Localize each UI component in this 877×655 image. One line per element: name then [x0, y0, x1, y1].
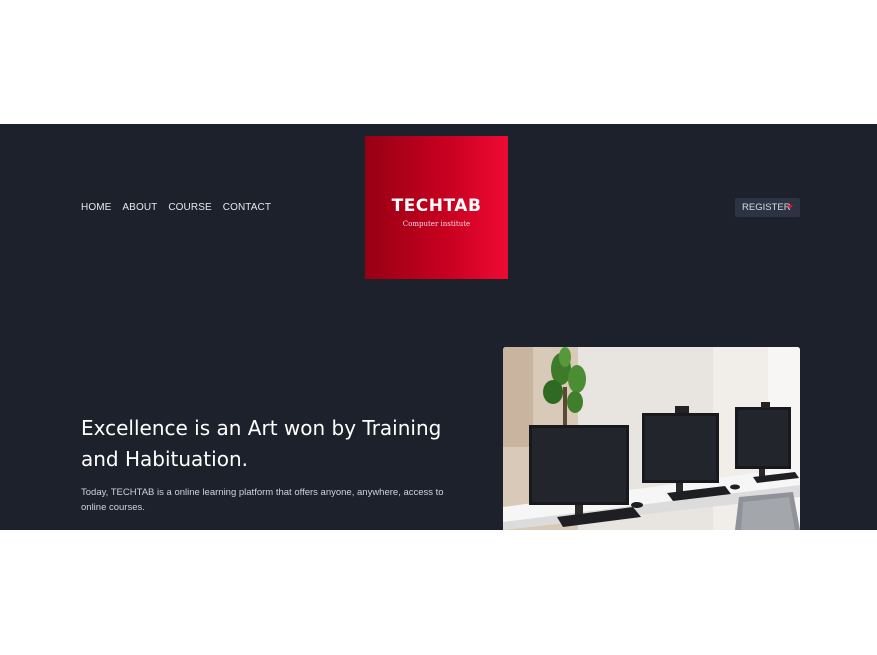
hero-description: Today, TECHTAB is a online learning plat… — [81, 487, 444, 513]
computer-lab-illustration — [503, 347, 800, 530]
nav-item-home[interactable]: HOME — [81, 202, 111, 214]
logo-subtitle: Computer institute — [402, 220, 471, 228]
main-nav: HOME ABOUT COURSE CONTACT — [81, 202, 271, 214]
hero-section: HOME ABOUT COURSE CONTACT TECHTAB Comput… — [0, 124, 877, 530]
nav-item-course[interactable]: COURSE — [168, 202, 211, 214]
hero-headline: Excellence is an Art won by Training and… — [81, 416, 442, 471]
register-label: REGISTER — [742, 202, 791, 213]
nav-item-contact[interactable]: CONTACT — [223, 202, 271, 214]
nav-item-about[interactable]: ABOUT — [122, 202, 157, 214]
chevron-down-icon — [787, 205, 793, 209]
computer-lab-photo — [503, 347, 800, 530]
techtab-logo[interactable]: TECHTAB Computer institute — [365, 136, 508, 279]
register-button[interactable]: REGISTER — [735, 198, 800, 217]
logo-title: TECHTAB — [391, 196, 482, 216]
